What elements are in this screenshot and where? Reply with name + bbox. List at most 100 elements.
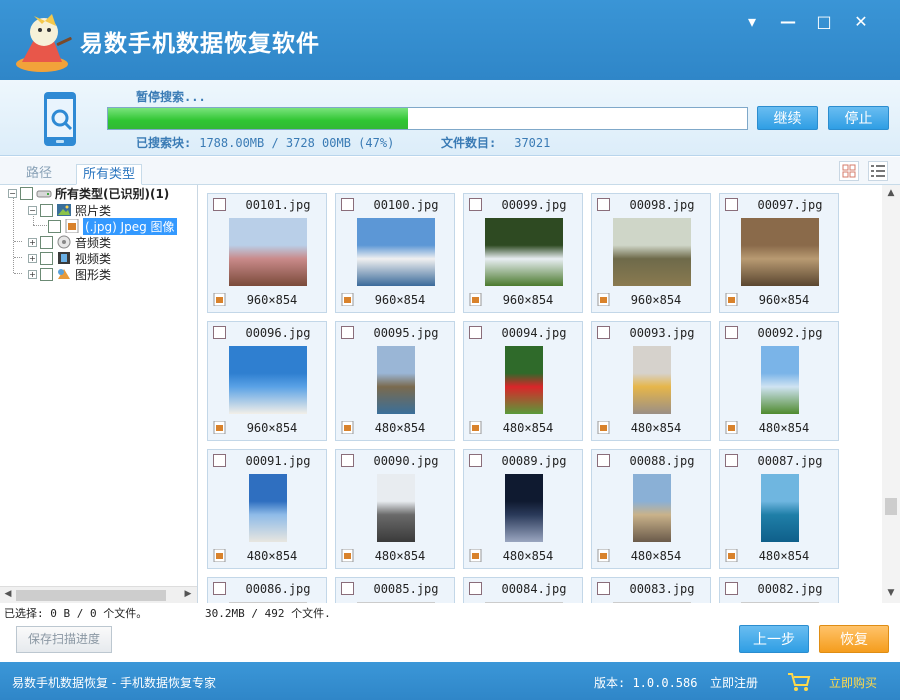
- file-thumbnail: [505, 346, 543, 414]
- minimize-button[interactable]: —: [778, 12, 798, 32]
- file-card[interactable]: 00092.jpg 480×854: [719, 321, 839, 441]
- tree-node-root[interactable]: − 所有类型(已识别)(1): [8, 185, 169, 201]
- file-card[interactable]: 00095.jpg 480×854: [335, 321, 455, 441]
- file-checkbox[interactable]: [469, 326, 482, 339]
- grid-view-icon: [842, 164, 856, 178]
- file-checkbox[interactable]: [469, 582, 482, 595]
- resume-button[interactable]: 继续: [757, 106, 818, 130]
- image-file-icon: [469, 293, 482, 306]
- expand-icon[interactable]: +: [28, 253, 37, 263]
- file-name: 00089.jpg: [501, 454, 567, 468]
- tree-jpeg-checkbox[interactable]: [48, 219, 61, 233]
- recover-button[interactable]: 恢复: [819, 625, 889, 653]
- tree-horizontal-scrollbar[interactable]: ◀ ▶: [0, 586, 197, 603]
- tree-scroll-thumb[interactable]: [16, 590, 166, 601]
- file-checkbox[interactable]: [341, 198, 354, 211]
- file-thumbnail: [613, 602, 691, 603]
- file-checkbox[interactable]: [213, 454, 226, 467]
- title-bar: 易数手机数据恢复软件 ▾ — □ ✕: [0, 0, 900, 80]
- image-file-icon: [213, 421, 226, 434]
- tree-node-audio[interactable]: + 音频类: [28, 234, 111, 250]
- image-file-icon: [469, 549, 482, 562]
- previous-step-button[interactable]: 上一步: [739, 625, 809, 653]
- file-name: 00088.jpg: [629, 454, 695, 468]
- file-checkbox[interactable]: [725, 454, 738, 467]
- file-card[interactable]: 00083.jpg: [591, 577, 711, 603]
- tree-video-checkbox[interactable]: [40, 251, 53, 265]
- file-card[interactable]: 00098.jpg 960×854: [591, 193, 711, 313]
- file-card[interactable]: 00100.jpg 960×854: [335, 193, 455, 313]
- file-card[interactable]: 00086.jpg: [207, 577, 327, 603]
- close-button[interactable]: ✕: [851, 12, 871, 32]
- file-checkbox[interactable]: [725, 198, 738, 211]
- file-checkbox[interactable]: [725, 326, 738, 339]
- tree-audio-checkbox[interactable]: [40, 235, 53, 249]
- register-link[interactable]: 立即注册: [710, 674, 758, 691]
- file-checkbox[interactable]: [341, 454, 354, 467]
- scroll-left-icon[interactable]: ◀: [2, 589, 14, 599]
- file-checkbox[interactable]: [597, 198, 610, 211]
- tree-graphics-checkbox[interactable]: [40, 267, 53, 281]
- file-name: 00084.jpg: [501, 582, 567, 596]
- file-card[interactable]: 00087.jpg 480×854: [719, 449, 839, 569]
- maximize-button[interactable]: □: [814, 12, 834, 32]
- file-checkbox[interactable]: [597, 582, 610, 595]
- file-card[interactable]: 00085.jpg: [335, 577, 455, 603]
- tree-node-photos[interactable]: − 照片类: [28, 202, 111, 218]
- file-checkbox[interactable]: [213, 326, 226, 339]
- file-card[interactable]: 00084.jpg: [463, 577, 583, 603]
- menu-dropdown-button[interactable]: ▾: [742, 12, 762, 32]
- file-card[interactable]: 00093.jpg 480×854: [591, 321, 711, 441]
- file-checkbox[interactable]: [213, 582, 226, 595]
- list-view-button[interactable]: [868, 161, 888, 181]
- footer-bar: 易数手机数据恢复 - 手机数据恢复专家 版本: 1.0.0.586 立即注册 立…: [0, 662, 900, 700]
- tab-all-types[interactable]: 所有类型: [76, 164, 143, 185]
- grid-scroll-thumb[interactable]: [885, 498, 897, 515]
- file-checkbox[interactable]: [597, 454, 610, 467]
- expand-icon[interactable]: +: [28, 237, 37, 247]
- file-card[interactable]: 00094.jpg 480×854: [463, 321, 583, 441]
- file-checkbox[interactable]: [597, 326, 610, 339]
- file-name: 00099.jpg: [501, 198, 567, 212]
- thumbnail-view-button[interactable]: [839, 161, 859, 181]
- file-card[interactable]: 00090.jpg 480×854: [335, 449, 455, 569]
- file-card[interactable]: 00101.jpg 960×854: [207, 193, 327, 313]
- image-file-icon: [213, 549, 226, 562]
- app-title: 易数手机数据恢复软件: [80, 31, 320, 57]
- file-checkbox[interactable]: [341, 582, 354, 595]
- image-file-icon: [725, 421, 738, 434]
- file-checkbox[interactable]: [469, 198, 482, 211]
- scroll-down-icon[interactable]: ▼: [885, 588, 897, 598]
- collapse-icon[interactable]: −: [28, 205, 37, 215]
- tree-photos-checkbox[interactable]: [40, 203, 53, 217]
- scroll-up-icon[interactable]: ▲: [885, 188, 897, 198]
- file-checkbox[interactable]: [213, 198, 226, 211]
- save-scan-progress-button[interactable]: 保存扫描进度: [16, 626, 112, 653]
- cart-icon[interactable]: [787, 671, 811, 693]
- tree-root-checkbox[interactable]: [20, 186, 33, 200]
- collapse-icon[interactable]: −: [8, 188, 17, 198]
- file-card[interactable]: 00091.jpg 480×854: [207, 449, 327, 569]
- tab-path[interactable]: 路径: [20, 164, 58, 185]
- file-checkbox[interactable]: [341, 326, 354, 339]
- file-card[interactable]: 00088.jpg 480×854: [591, 449, 711, 569]
- file-dimensions: 480×854: [630, 421, 682, 435]
- expand-icon[interactable]: +: [28, 269, 37, 279]
- scan-progress-fill: [108, 108, 409, 129]
- buy-now-link[interactable]: 立即购买: [829, 674, 877, 691]
- file-checkbox[interactable]: [469, 454, 482, 467]
- file-card[interactable]: 00089.jpg 480×854: [463, 449, 583, 569]
- file-thumbnail: [357, 602, 435, 603]
- file-card[interactable]: 00096.jpg 960×854: [207, 321, 327, 441]
- tree-node-jpeg[interactable]: (.jpg) Jpeg 图像: [48, 217, 177, 235]
- file-card[interactable]: 00097.jpg 960×854: [719, 193, 839, 313]
- file-card[interactable]: 00082.jpg: [719, 577, 839, 603]
- tree-node-video[interactable]: + 视频类: [28, 250, 111, 266]
- version-label: 版本: 1.0.0.586: [594, 676, 698, 690]
- grid-vertical-scrollbar[interactable]: ▲ ▼: [882, 185, 900, 603]
- file-card[interactable]: 00099.jpg 960×854: [463, 193, 583, 313]
- stop-button[interactable]: 停止: [828, 106, 889, 130]
- tree-node-graphics[interactable]: + 图形类: [28, 266, 111, 282]
- file-checkbox[interactable]: [725, 582, 738, 595]
- scroll-right-icon[interactable]: ▶: [182, 589, 194, 599]
